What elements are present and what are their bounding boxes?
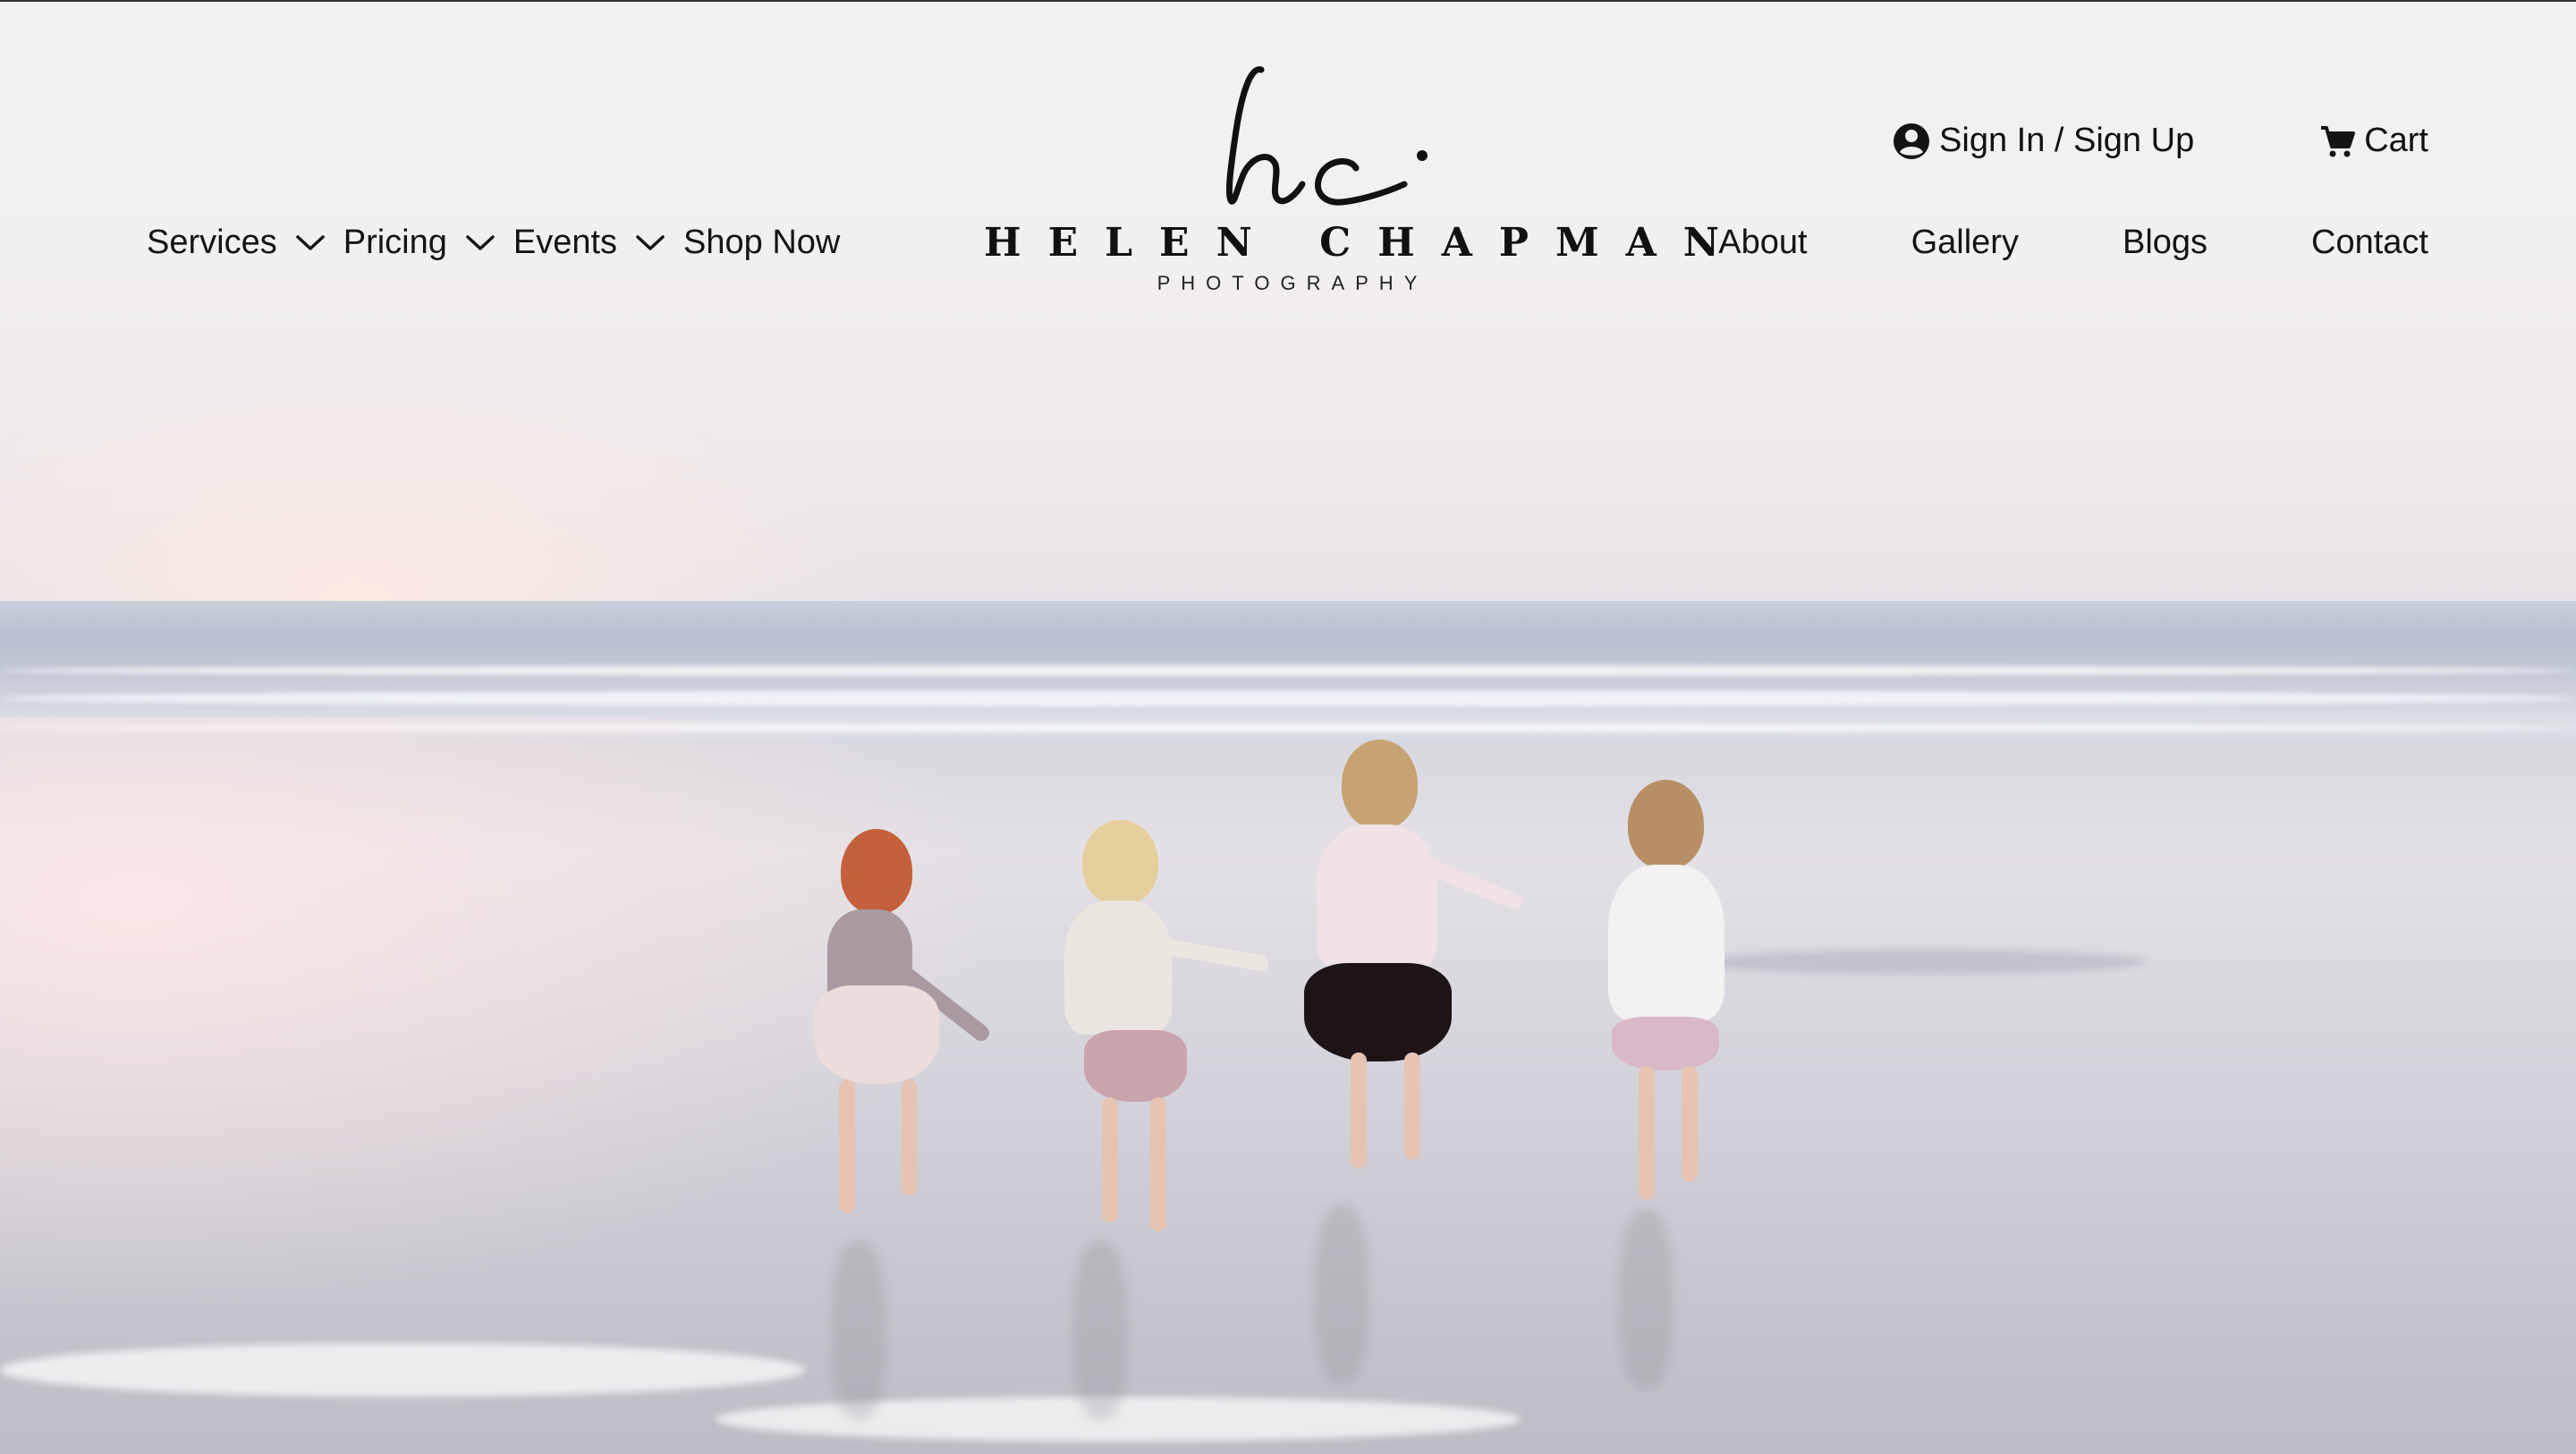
chevron-down-icon (636, 234, 665, 250)
nav-item-label: Shop Now (683, 224, 841, 261)
site-header: Services Pricing Events Shop Now HELEN C… (0, 2, 2576, 306)
nav-item-about[interactable]: About (1718, 224, 1807, 262)
cart-label: Cart (2364, 122, 2428, 159)
foam (0, 1343, 805, 1397)
cart-icon (2321, 125, 2356, 156)
nav-item-pricing[interactable]: Pricing (343, 224, 496, 262)
brand-name: HELEN CHAPMAN (984, 220, 1746, 266)
sign-in-link[interactable]: Sign In / Sign Up (1893, 122, 2194, 160)
nav-item-label: Services (147, 224, 277, 261)
user-circle-icon (1894, 123, 1930, 159)
cart-link[interactable]: Cart (2319, 122, 2428, 160)
wave (0, 690, 2576, 706)
foam (1699, 950, 2147, 975)
nav-item-label: Gallery (1911, 224, 2019, 261)
nav-item-services[interactable]: Services (147, 224, 326, 262)
nav-item-gallery[interactable]: Gallery (1911, 224, 2019, 262)
chevron-down-icon (295, 234, 325, 250)
brand-tagline: PHOTOGRAPHY (1157, 272, 1428, 294)
utility-nav: Sign In / Sign Up Cart (1893, 122, 2428, 160)
primary-nav-left: Services Pricing Events Shop Now (147, 224, 840, 262)
nav-item-contact[interactable]: Contact (2311, 224, 2428, 262)
nav-item-blogs[interactable]: Blogs (2123, 224, 2207, 262)
sign-in-label: Sign In / Sign Up (1939, 122, 2195, 159)
brand-logo[interactable]: HELEN CHAPMAN PHOTOGRAPHY (984, 59, 1746, 300)
nav-item-shop-now[interactable]: Shop Now (683, 224, 840, 262)
monogram-logo-icon (1225, 66, 1428, 206)
nav-item-label: Blogs (2122, 224, 2208, 261)
nav-item-events[interactable]: Events (513, 224, 665, 262)
nav-item-label: Pricing (343, 224, 447, 261)
wave (0, 665, 2576, 676)
nav-item-label: About (1718, 224, 1808, 261)
chevron-down-icon (466, 234, 495, 250)
nav-item-label: Contact (2311, 224, 2428, 261)
page: Services Pricing Events Shop Now HELEN C… (0, 0, 2576, 1454)
primary-nav-right: About Gallery Blogs Contact (1718, 224, 2428, 262)
nav-item-label: Events (513, 224, 618, 261)
